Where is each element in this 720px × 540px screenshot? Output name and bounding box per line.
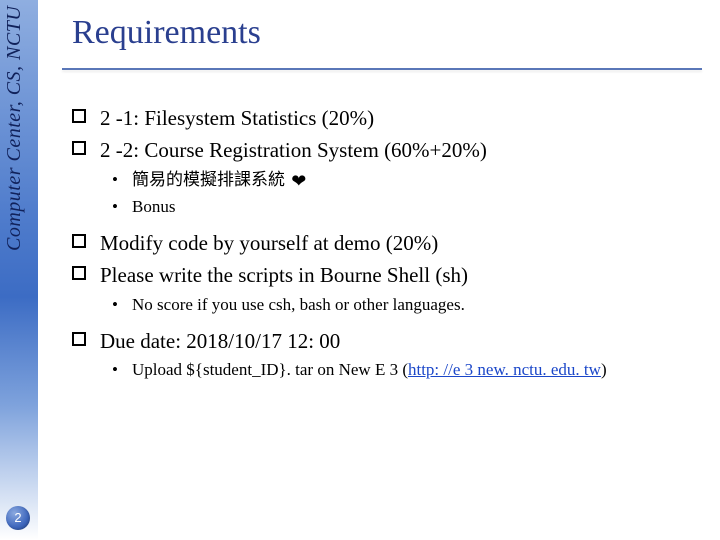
bullet-due-date: Due date: 2018/10/17 12: 00 xyxy=(72,327,692,355)
sub-item-upload: Upload ${student_ID}. tar on New E 3 (ht… xyxy=(112,359,692,382)
page-number-badge: 2 xyxy=(6,506,30,530)
sub-item-bonus: Bonus xyxy=(112,196,692,219)
sub-item-system: 簡易的模擬排課系統 ❤ xyxy=(112,169,692,193)
sub-item-system-text: 簡易的模擬排課系統 xyxy=(132,170,285,189)
sidebar-affiliation-text: Computer Center, CS, NCTU xyxy=(3,6,35,326)
slide-title: Requirements xyxy=(72,14,261,52)
bullet-2-2: 2 -2: Course Registration System (60%+20… xyxy=(72,136,692,164)
bullet-modify: Modify code by yourself at demo (20%) xyxy=(72,229,692,257)
upload-suffix: ) xyxy=(601,360,607,379)
heart-icon: ❤ xyxy=(289,171,306,191)
bullet-2-1: 2 -1: Filesystem Statistics (20%) xyxy=(72,104,692,132)
bullet-due-date-sublist: Upload ${student_ID}. tar on New E 3 (ht… xyxy=(112,359,692,382)
bullet-bourne-shell: Please write the scripts in Bourne Shell… xyxy=(72,261,692,289)
sub-item-noscore: No score if you use csh, bash or other l… xyxy=(112,294,692,317)
e3-link[interactable]: http: //e 3 new. nctu. edu. tw xyxy=(408,360,601,379)
upload-prefix: Upload ${student_ID}. tar on New E 3 ( xyxy=(132,360,408,379)
bullet-2-2-sublist: 簡易的模擬排課系統 ❤ Bonus xyxy=(112,169,692,219)
slide: Computer Center, CS, NCTU Requirements 2… xyxy=(0,0,720,540)
slide-body: 2 -1: Filesystem Statistics (20%) 2 -2: … xyxy=(72,104,692,392)
bullet-bourne-shell-sublist: No score if you use csh, bash or other l… xyxy=(112,294,692,317)
title-underline xyxy=(62,68,702,70)
